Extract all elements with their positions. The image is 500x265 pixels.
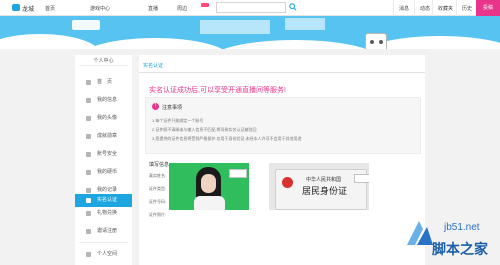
nav-history[interactable]: 历史 bbox=[456, 0, 477, 16]
id-card-image: 中华人民共和国 居民身份证 bbox=[275, 169, 369, 210]
photo-person-face bbox=[201, 174, 216, 193]
page-headline: 实名认证成功后,可以享受开通直播间等服务! bbox=[149, 87, 286, 94]
watermark-name: 脚本之家 bbox=[432, 241, 488, 257]
record-icon bbox=[86, 188, 91, 193]
form-section-title: 填写信息 bbox=[149, 162, 170, 168]
notice-line: 1.每个证件只能绑定一个账号 bbox=[152, 118, 204, 123]
notice-title: 注意事项 bbox=[162, 105, 183, 111]
watermark-logo-icon bbox=[407, 221, 433, 245]
nav-link-game-center[interactable]: 游戏中心 bbox=[90, 5, 110, 12]
space-icon bbox=[86, 252, 91, 257]
nav-link-merch[interactable]: 周边 bbox=[177, 5, 187, 12]
header-banner bbox=[0, 16, 500, 49]
sidebar-item-label: 我的硬币 bbox=[97, 169, 118, 175]
id-card-icon bbox=[86, 198, 91, 203]
sidebar-item-security[interactable]: 账号安全 bbox=[75, 148, 132, 161]
top-nav: 龙城 首页 游戏中心 直播 周边 消息 动态 收藏夹 历史 投稿 bbox=[0, 0, 500, 16]
sidebar-item-my-info[interactable]: 我的信息 bbox=[75, 94, 132, 107]
nav-link-live[interactable]: 直播 bbox=[148, 5, 158, 12]
sidebar: 个人中心 首 页 我的信息 我的头像 成就勋章 账号安全 我的硬币 我的记录 实… bbox=[75, 55, 132, 265]
banner-blur bbox=[285, 18, 325, 30]
search-input[interactable] bbox=[216, 2, 286, 13]
sidebar-title: 个人中心 bbox=[93, 58, 114, 64]
breadcrumb: 实名认证 bbox=[143, 63, 164, 69]
sidebar-item-label: 邀请注册 bbox=[97, 228, 118, 234]
banner-logo bbox=[72, 20, 100, 30]
user-icon bbox=[86, 98, 91, 103]
coin-icon bbox=[86, 170, 91, 175]
sidebar-item-verification[interactable]: 实名认证 bbox=[75, 194, 132, 207]
divider bbox=[79, 65, 128, 66]
banner-blur bbox=[200, 20, 270, 34]
notice-line: 2.证件照不清晰或与输入信息不匹配,将导致实名认证被驳回 bbox=[152, 127, 257, 132]
sample-stamp bbox=[229, 169, 247, 178]
logo-icon[interactable] bbox=[12, 4, 20, 11]
mascot-eye bbox=[379, 40, 383, 44]
gift-icon bbox=[86, 211, 91, 216]
sidebar-item-user-space[interactable]: 个人空间 bbox=[75, 248, 132, 261]
invite-icon bbox=[86, 229, 91, 234]
id-type-label: 证件类型: bbox=[149, 186, 167, 191]
sidebar-item-avatar[interactable]: 我的头像 bbox=[75, 112, 132, 125]
sidebar-item-label: 成就勋章 bbox=[97, 133, 118, 139]
cloud-decoration bbox=[0, 34, 100, 49]
sidebar-item-label: 我的头像 bbox=[97, 115, 118, 121]
photo-person-shirt bbox=[194, 196, 225, 210]
cloud-decoration bbox=[210, 40, 380, 49]
brand-link[interactable]: 龙城 bbox=[22, 4, 34, 13]
id-card-country: 中华人民共和国 bbox=[306, 177, 342, 183]
id-number-label: 证件号码: bbox=[149, 199, 167, 204]
sidebar-item-label: 个人空间 bbox=[97, 251, 118, 257]
sample-stamp bbox=[354, 174, 369, 183]
sidebar-item-invite[interactable]: 邀请注册 bbox=[75, 225, 132, 238]
mascot-eye bbox=[370, 40, 374, 44]
nav-favorites[interactable]: 收藏夹 bbox=[432, 0, 458, 16]
notice-line: 3.您提供的证件信息将受到严格保护,仅用于身份验证,未经本人许可不会用于其他用途 bbox=[152, 136, 302, 141]
info-icon: ! bbox=[152, 103, 159, 110]
sidebar-item-gift-exchange[interactable]: 礼物兑换 bbox=[75, 207, 132, 220]
nav-link-home[interactable]: 首页 bbox=[45, 5, 55, 12]
sidebar-item-label: 首 页 bbox=[97, 79, 113, 85]
sample-photo-id-card: 中华人民共和国 居民身份证 bbox=[269, 163, 369, 210]
shield-icon bbox=[86, 152, 91, 157]
sidebar-item-label: 实名认证 bbox=[97, 197, 118, 203]
notice-box: ! 注意事项 1.每个证件只能绑定一个账号 2.证件照不清晰或与输入信息不匹配,… bbox=[145, 97, 421, 154]
sample-photo-handheld bbox=[169, 163, 249, 210]
search-icon[interactable] bbox=[289, 3, 297, 11]
medal-icon bbox=[86, 134, 91, 139]
sidebar-item-medals[interactable]: 成就勋章 bbox=[75, 130, 132, 143]
sidebar-item-label: 我的记录 bbox=[97, 187, 118, 193]
sidebar-item-coins[interactable]: 我的硬币 bbox=[75, 166, 132, 179]
main-panel: 实名认证 实名认证成功后,可以享受开通直播间等服务! ! 注意事项 1.每个证件… bbox=[139, 55, 425, 265]
name-label: 真实姓名: bbox=[149, 173, 167, 178]
sidebar-item-label: 账号安全 bbox=[97, 151, 118, 157]
cloud-decoration bbox=[80, 38, 230, 49]
avatar-icon bbox=[86, 116, 91, 121]
sidebar-item-home[interactable]: 首 页 bbox=[75, 76, 132, 89]
divider bbox=[139, 72, 425, 73]
sidebar-item-label: 我的信息 bbox=[97, 97, 118, 103]
home-icon bbox=[86, 80, 91, 85]
mascot-image bbox=[365, 33, 387, 49]
id-card-title: 居民身份证 bbox=[302, 186, 348, 196]
watermark-url: jb51.net bbox=[444, 222, 480, 233]
national-emblem-icon bbox=[282, 177, 293, 188]
sidebar-item-label: 礼物兑换 bbox=[97, 210, 118, 216]
upload-button[interactable]: 投稿 bbox=[476, 0, 500, 16]
nav-messages[interactable]: 消息 bbox=[393, 0, 414, 16]
divider bbox=[79, 242, 128, 243]
hot-badge bbox=[201, 3, 209, 7]
photo-label: 证件照片: bbox=[149, 212, 167, 217]
